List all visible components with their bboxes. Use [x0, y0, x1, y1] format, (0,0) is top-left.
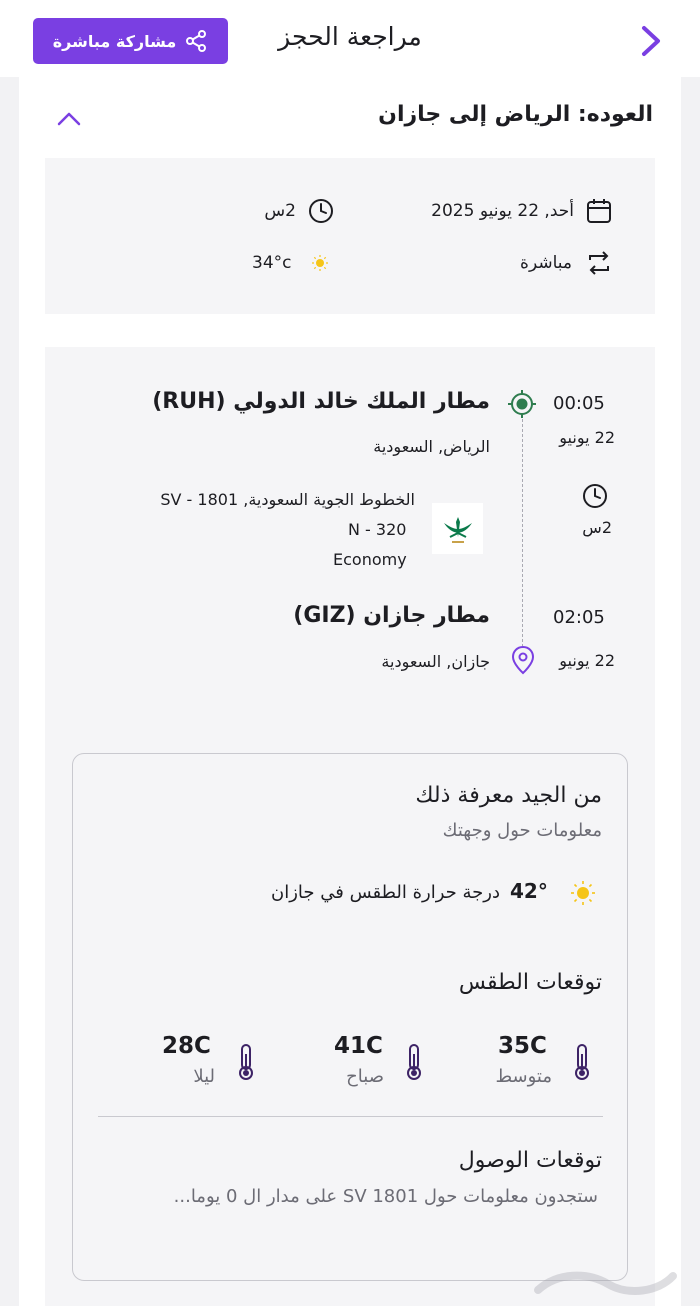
- calendar-icon: [587, 199, 611, 223]
- departure-city: الرياض, السعودية: [373, 437, 490, 456]
- airline-logo-icon: [443, 516, 472, 543]
- summary-date: أحد, 22 يونيو 2025: [431, 201, 574, 221]
- aircraft-type: N - 320: [348, 520, 407, 539]
- thermometer-icon: [239, 1044, 253, 1080]
- thermometer-icon: [575, 1044, 589, 1080]
- chevron-up-icon: [57, 112, 81, 126]
- departure-airport: مطار الملك خالد الدولي (RUH): [152, 389, 490, 414]
- arrival-airport: مطار جازان (GIZ): [293, 603, 490, 628]
- departure-time: 00:05: [553, 393, 605, 414]
- arrival-forecast-title: توقعات الوصول: [458, 1148, 602, 1173]
- arrival-forecast-text: ستجدون معلومات حول SV 1801 على مدار ال 0…: [173, 1186, 598, 1207]
- cabin-class: Economy: [333, 550, 407, 569]
- summary-stops: مباشرة: [520, 253, 572, 273]
- arrival-date: 22 يونيو: [559, 651, 615, 670]
- chevron-right-icon: [642, 26, 660, 56]
- info-title: من الجيد معرفة ذلك: [415, 783, 602, 808]
- sun-icon: [312, 255, 328, 271]
- share-label: مشاركة مباشرة: [52, 31, 177, 51]
- forecast-title: توقعات الطقس: [458, 970, 602, 995]
- location-pin-icon: [511, 645, 535, 675]
- watermark-logo: [534, 1271, 677, 1295]
- summary-duration: 2س: [264, 201, 296, 221]
- repeat-icon: [589, 251, 609, 275]
- airline-logo: [432, 503, 483, 554]
- weather-value: 42°: [510, 879, 548, 903]
- back-button[interactable]: [628, 18, 674, 64]
- arrival-time: 02:05: [553, 607, 605, 628]
- forecast-avg-label: متوسط: [495, 1066, 552, 1087]
- collapse-button[interactable]: [54, 104, 84, 134]
- forecast-avg-value: 35C: [498, 1033, 547, 1059]
- departure-target-icon: [508, 390, 536, 418]
- clock-icon: [309, 199, 333, 223]
- airline-name: الخطوط الجوية السعودية, 1801 - SV: [160, 490, 415, 509]
- forecast-morning-label: صباح: [346, 1066, 384, 1087]
- share-icon: [186, 30, 207, 52]
- clock-icon: [583, 484, 607, 508]
- flight-duration: 2س: [582, 518, 612, 537]
- page-title: مراجعة الحجز: [278, 22, 422, 51]
- summary-temperature: 34°c: [252, 253, 292, 273]
- thermometer-icon: [407, 1044, 421, 1080]
- info-subtitle: معلومات حول وجهتك: [442, 820, 602, 841]
- weather-text: درجة حرارة الطقس في جازان: [271, 882, 500, 903]
- arrival-city: جازان, السعودية: [381, 652, 490, 671]
- forecast-morning-value: 41C: [334, 1033, 383, 1059]
- forecast-night-value: 28C: [162, 1033, 211, 1059]
- share-button[interactable]: مشاركة مباشرة: [33, 18, 228, 64]
- forecast-night-label: ليلا: [193, 1066, 215, 1087]
- divider: [98, 1116, 603, 1117]
- section-title: العوده: الرياض إلى جازان: [378, 102, 653, 127]
- timeline-line: [522, 419, 523, 647]
- summary-card: [45, 158, 655, 314]
- departure-date: 22 يونيو: [559, 428, 615, 447]
- sun-icon: [571, 881, 595, 905]
